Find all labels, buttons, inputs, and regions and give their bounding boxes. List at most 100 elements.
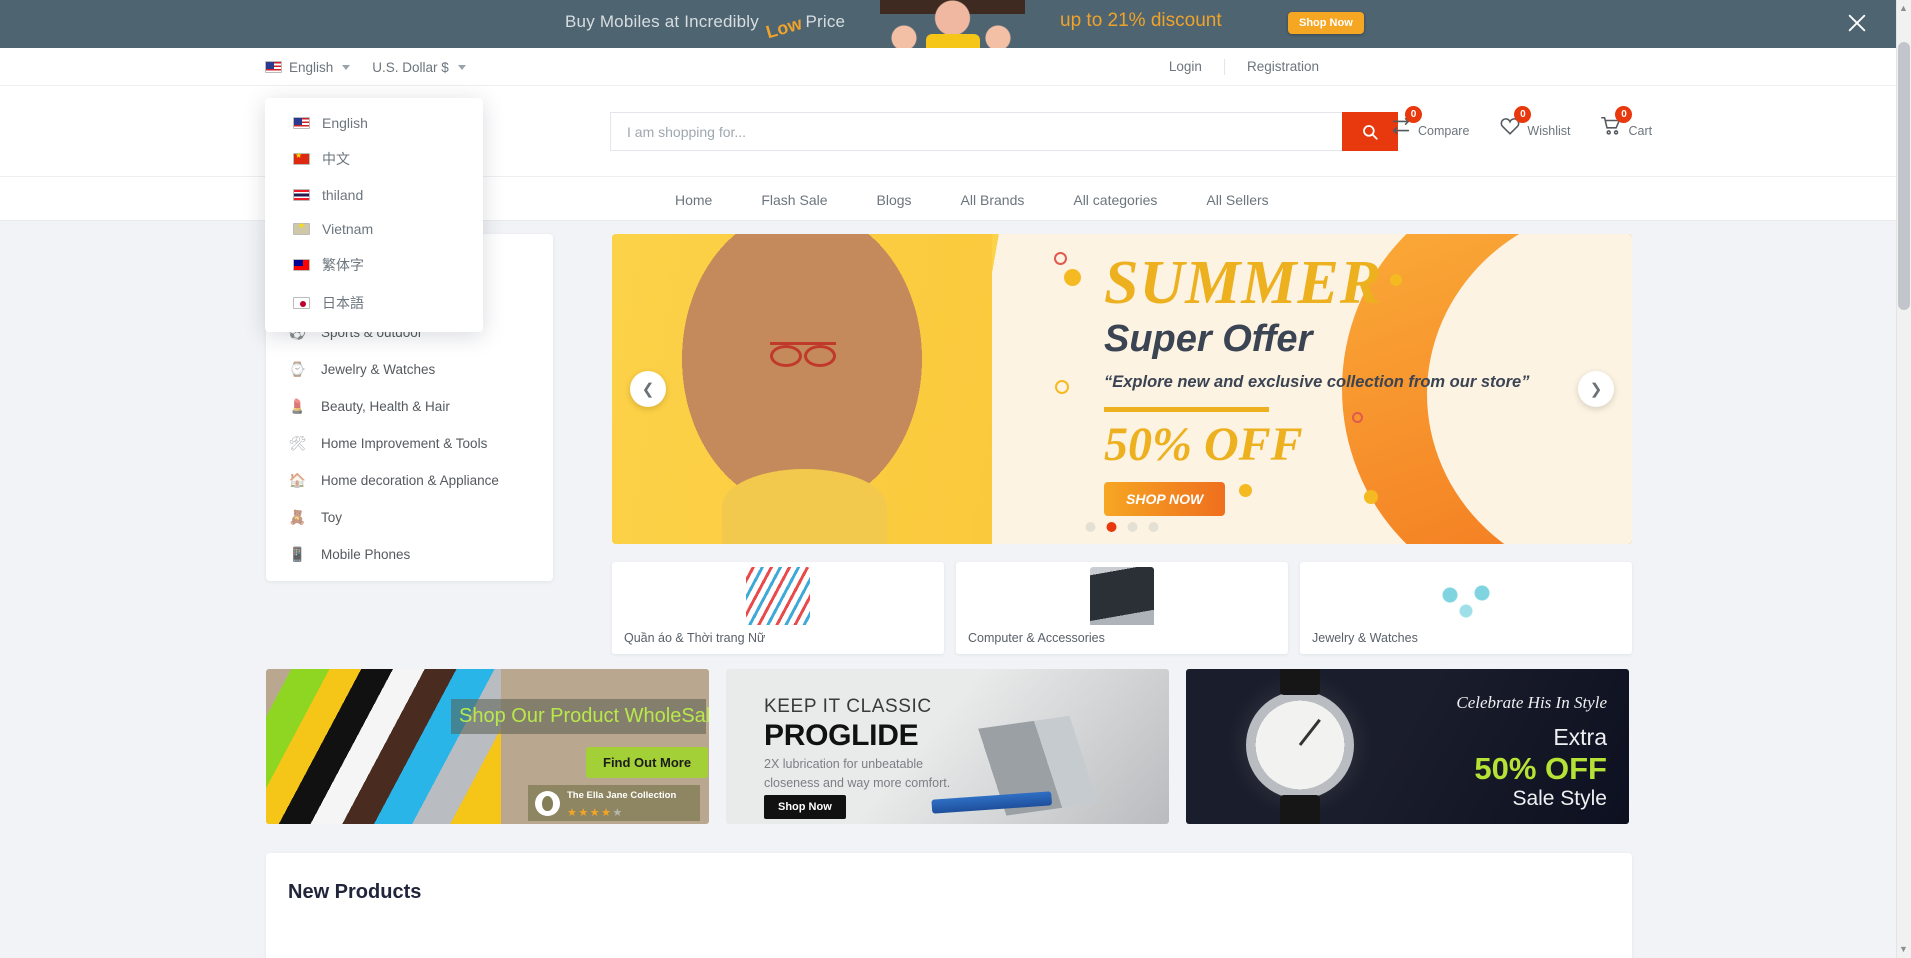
currency-selector[interactable]: U.S. Dollar $ — [372, 60, 466, 75]
promo-script-text: Celebrate His In Style — [1456, 693, 1607, 712]
hero-quote: “Explore new and exclusive collection fr… — [1104, 373, 1530, 391]
sidebar-item-mobile-phones[interactable]: 📱 Mobile Phones — [266, 536, 553, 573]
sidebar-item-toy[interactable]: 🧸 Toy — [266, 499, 553, 536]
close-icon[interactable] — [1840, 6, 1874, 40]
hero-carousel[interactable]: SUMMER Super Offer “Explore new and excl… — [612, 234, 1632, 544]
watch-icon: ⌚ — [288, 361, 307, 377]
sidebar-item-beauty[interactable]: 💄 Beauty, Health & Hair — [266, 388, 553, 425]
scroll-down-icon[interactable]: ▼ — [1898, 944, 1909, 955]
nav-items: Home Flash Sale Blogs All Brands All cat… — [675, 177, 1269, 222]
language-option-label: English — [322, 115, 368, 131]
language-selector[interactable]: English — [265, 60, 351, 75]
watch-hand — [1298, 718, 1321, 746]
ad-banner-model-image — [880, 0, 1025, 48]
chevron-left-icon[interactable]: ❮ — [630, 371, 666, 407]
hero-dot-decor — [1055, 380, 1069, 394]
jewelry-image — [1434, 567, 1498, 625]
wishlist-count-badge: 0 — [1514, 106, 1532, 123]
ad-shop-now-button[interactable]: Shop Now — [1288, 12, 1364, 34]
nav-item-blogs[interactable]: Blogs — [877, 192, 912, 208]
ad-banner-text: Buy Mobiles at Incredibly Low Price — [565, 11, 846, 42]
category-card-women-fashion[interactable]: Quần áo & Thời trang Nữ — [612, 562, 944, 654]
compare-label: Compare — [1418, 124, 1470, 138]
utility-bar-left: English U.S. Dollar $ — [265, 48, 466, 86]
top-ad-banner[interactable]: Buy Mobiles at Incredibly Low Price up t… — [0, 0, 1896, 48]
login-link[interactable]: Login — [1147, 59, 1224, 75]
language-option-vietnam[interactable]: Vietnam — [265, 212, 483, 246]
hero-shop-now-button[interactable]: SHOP NOW — [1104, 481, 1226, 516]
category-card-label: Computer & Accessories — [968, 631, 1105, 645]
promo-banner-proglide[interactable]: KEEP IT CLASSIC PROGLIDE 2X lubrication … — [726, 669, 1169, 824]
chevron-right-icon[interactable]: ❯ — [1578, 371, 1614, 407]
utility-bar: English U.S. Dollar $ Login Registration — [0, 48, 1896, 86]
language-option-japanese[interactable]: 日本語 — [265, 284, 483, 322]
glasses-icon — [770, 342, 836, 367]
language-option-label: 中文 — [322, 151, 350, 167]
page-scrollbar[interactable]: ▲ ▼ — [1896, 0, 1911, 958]
hero-text-block: SUMMER Super Offer “Explore new and excl… — [1104, 252, 1529, 516]
nav-item-flash-sale[interactable]: Flash Sale — [761, 192, 827, 208]
search-input[interactable] — [610, 112, 1342, 151]
watch-image — [1246, 669, 1354, 824]
hero-subtitle: Super Offer — [1104, 318, 1313, 360]
computer-image — [1090, 567, 1154, 625]
find-out-more-button[interactable]: Find Out More — [586, 747, 709, 778]
new-products-title: New Products — [288, 881, 422, 903]
beauty-icon: 💄 — [288, 398, 307, 414]
promo-banner-watch[interactable]: Celebrate His In Style Extra 50% OFF Sal… — [1186, 669, 1629, 824]
sidebar-item-label: Home decoration & Appliance — [321, 473, 499, 488]
hero-title-summer: SUMMER — [1104, 249, 1383, 317]
promo-kicker: KEEP IT CLASSIC — [764, 696, 932, 717]
home-icon: 🏠 — [288, 472, 307, 488]
ad-text-after: Price — [805, 12, 846, 31]
hero-divider — [1104, 407, 1269, 413]
ad-text-before: Buy Mobiles at Incredibly — [565, 12, 759, 31]
promo-extra-text: Extra — [1553, 724, 1607, 750]
shop-now-button[interactable]: Shop Now — [764, 795, 846, 819]
flag-vn-icon — [293, 221, 310, 235]
page-root: Buy Mobiles at Incredibly Low Price up t… — [0, 0, 1911, 958]
nav-item-all-brands[interactable]: All Brands — [961, 192, 1025, 208]
flag-jp-icon — [293, 297, 310, 309]
compare-button[interactable]: Compare 0 — [1388, 106, 1470, 139]
promo-subtitle: 2X lubrication for unbeatable closeness … — [764, 757, 951, 790]
language-option-english[interactable]: English — [265, 106, 483, 140]
new-products-section: New Products — [266, 853, 1632, 958]
cart-count-badge: 0 — [1615, 106, 1633, 123]
sidebar-item-jewelry[interactable]: ⌚ Jewelry & Watches — [266, 351, 553, 388]
ad-discount-text: up to 21% discount — [1060, 10, 1222, 31]
wishlist-button[interactable]: Wishlist 0 — [1497, 106, 1570, 139]
carousel-dot[interactable] — [1085, 522, 1096, 532]
carousel-dots — [1085, 522, 1159, 532]
hero-dot-decor — [1064, 269, 1081, 286]
registration-link[interactable]: Registration — [1223, 59, 1341, 75]
language-option-thiland[interactable]: thiland — [265, 178, 483, 212]
category-card-computer[interactable]: Computer & Accessories — [956, 562, 1288, 654]
sidebar-item-home-improvement[interactable]: 🛠 Home Improvement & Tools — [266, 425, 553, 462]
tshirts-image — [266, 669, 501, 824]
promo-banner-wholesale[interactable]: Shop Our Product WholeSale Find Out More… — [266, 669, 709, 824]
carousel-dot[interactable] — [1127, 522, 1138, 532]
nav-item-all-categories[interactable]: All categories — [1073, 192, 1157, 208]
cart-button[interactable]: Cart 0 — [1598, 106, 1652, 139]
category-card-jewelry[interactable]: Jewelry & Watches — [1300, 562, 1632, 654]
carousel-dot-active[interactable] — [1106, 522, 1117, 532]
scroll-up-icon[interactable]: ▲ — [1898, 3, 1909, 14]
rating-stars: ★★★★★ — [567, 807, 624, 819]
brand-logo-icon — [535, 790, 560, 816]
nav-item-home[interactable]: Home — [675, 192, 712, 208]
language-option-traditional-chinese[interactable]: 繁体字 — [265, 246, 483, 284]
flag-us-icon — [293, 117, 310, 129]
hero-model-image — [612, 234, 992, 544]
carousel-dot[interactable] — [1148, 522, 1159, 532]
sidebar-item-label: Jewelry & Watches — [321, 362, 436, 377]
category-card-label: Quần áo & Thời trang Nữ — [624, 631, 766, 645]
language-option-label: Vietnam — [322, 221, 374, 237]
language-option-chinese[interactable]: 中文 — [265, 140, 483, 178]
scrollbar-thumb[interactable] — [1898, 42, 1910, 310]
flag-us-icon — [265, 61, 282, 73]
promo-discount: 50% OFF — [1474, 751, 1607, 786]
nav-item-all-sellers[interactable]: All Sellers — [1206, 192, 1268, 208]
sidebar-item-home-decoration[interactable]: 🏠 Home decoration & Appliance — [266, 462, 553, 499]
promo-brand-name: The Ella Jane Collection — [567, 790, 677, 801]
